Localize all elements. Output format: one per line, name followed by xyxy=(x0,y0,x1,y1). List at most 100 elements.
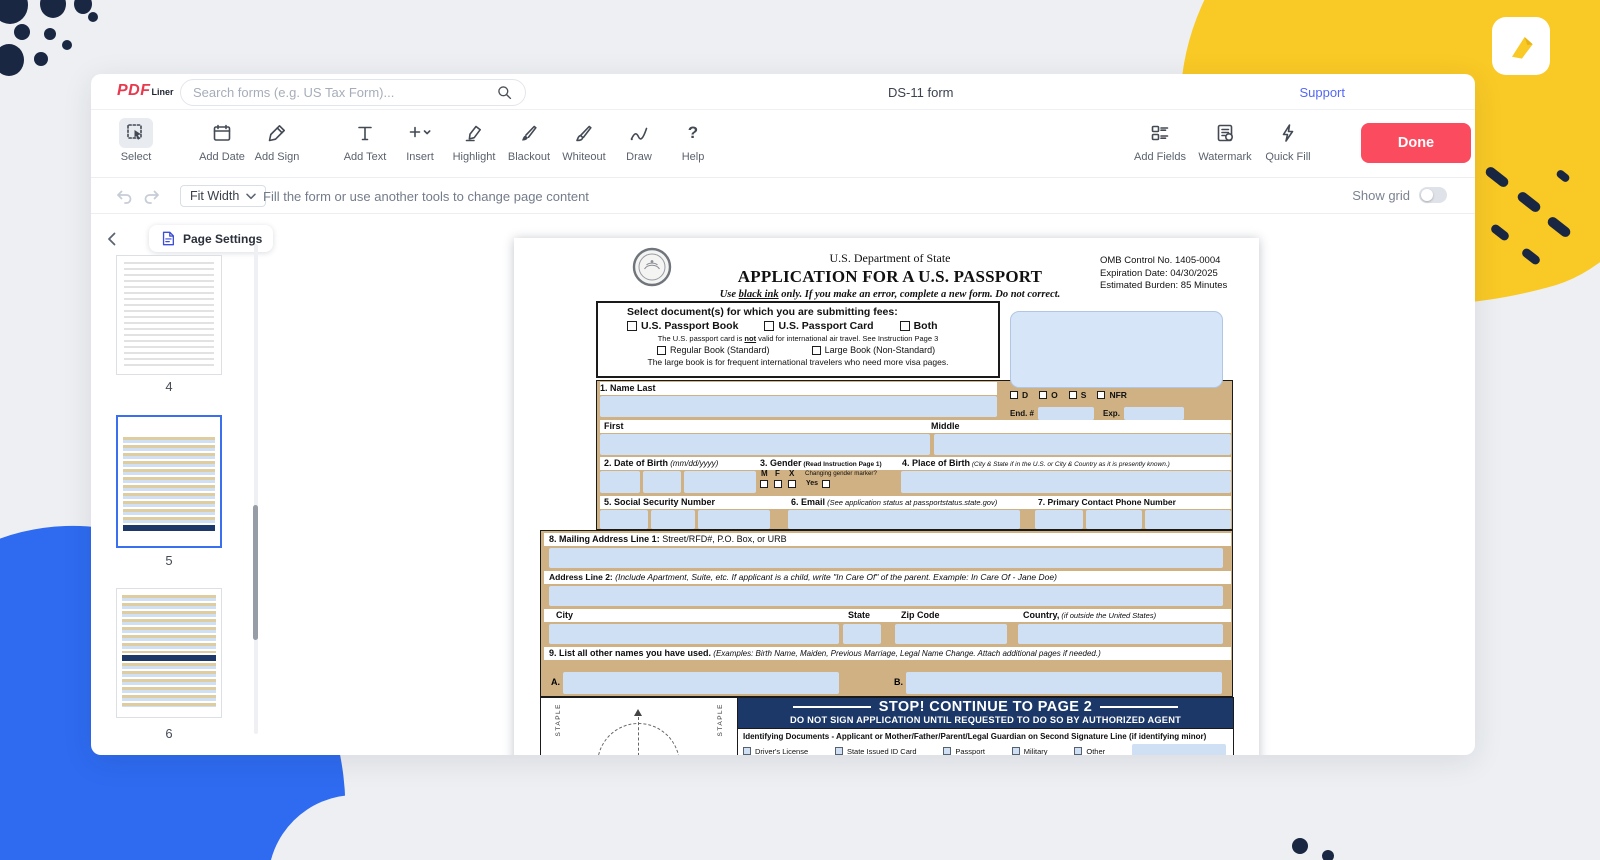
form-ink-instruction: Use black ink only. If you make an error… xyxy=(660,289,1120,300)
stop-banner-column: STOP! CONTINUE TO PAGE 2 DO NOT SIGN APP… xyxy=(738,698,1233,755)
gender-x-checkbox[interactable] xyxy=(788,480,796,488)
question-mark-icon[interactable]: ? xyxy=(658,118,728,148)
d-checkbox[interactable] xyxy=(1010,391,1018,399)
email-field[interactable] xyxy=(788,510,1020,529)
middle-name-field[interactable] xyxy=(934,434,1231,455)
passport-checkbox[interactable] xyxy=(943,747,951,755)
other-document-field[interactable] xyxy=(1132,744,1226,755)
zoom-dropdown[interactable]: Fit Width xyxy=(180,185,266,207)
end-exp-row: End. # Exp. xyxy=(1010,407,1184,420)
ssn-part1-field[interactable] xyxy=(600,510,648,529)
country-field[interactable] xyxy=(1018,624,1223,644)
first-name-field[interactable] xyxy=(600,434,930,455)
ssn-part2-field[interactable] xyxy=(651,510,695,529)
other-checkbox[interactable] xyxy=(1074,747,1082,755)
state-field[interactable] xyxy=(843,624,881,644)
page-number-5: 5 xyxy=(116,553,222,568)
page-thumbnail-5-selected[interactable] xyxy=(116,415,222,548)
dob-year-field[interactable] xyxy=(684,471,756,493)
redo-icon[interactable] xyxy=(143,188,161,204)
address-line2-field[interactable] xyxy=(549,586,1223,606)
both-checkbox[interactable] xyxy=(900,321,910,331)
other-name-b-field[interactable] xyxy=(906,672,1222,694)
photo-area-field[interactable] xyxy=(1010,311,1223,388)
o-checkbox[interactable] xyxy=(1039,391,1047,399)
forms-search[interactable] xyxy=(180,79,526,106)
phone-area-field[interactable] xyxy=(1035,510,1083,529)
fields-list-icon[interactable] xyxy=(1125,118,1195,148)
passport-book-checkbox[interactable] xyxy=(627,321,637,331)
tool-quick-fill[interactable]: Quick Fill xyxy=(1253,118,1323,163)
middle-label: Middle xyxy=(931,420,960,433)
tool-add-sign[interactable]: Add Sign xyxy=(242,118,312,163)
other-name-a-field[interactable] xyxy=(563,672,839,694)
search-input[interactable] xyxy=(193,85,496,100)
regular-book-checkbox[interactable] xyxy=(657,346,666,355)
dob-month-field[interactable] xyxy=(600,471,640,493)
country-label: Country, (if outside the United States) xyxy=(1023,609,1156,622)
form-agency: U.S. Department of State xyxy=(660,251,1120,266)
passport-card-checkbox[interactable] xyxy=(764,321,774,331)
drivers-license-checkbox[interactable] xyxy=(743,747,751,755)
done-button[interactable]: Done xyxy=(1361,123,1471,163)
tool-add-fields[interactable]: Add Fields xyxy=(1125,118,1195,163)
tool-label: Watermark xyxy=(1190,151,1260,163)
mailing-address-line1-field[interactable] xyxy=(549,548,1223,568)
city-state-zip-label-row: City State Zip Code Country, (if outside… xyxy=(544,609,1231,622)
navy-dot-decoration xyxy=(0,0,28,24)
mailing-address-label: 8. Mailing Address Line 1: Street/RFD#, … xyxy=(544,533,1231,546)
lightning-bolt-icon[interactable] xyxy=(1253,118,1323,148)
show-grid-toggle[interactable] xyxy=(1419,187,1447,203)
dos-checkbox-row: D O S NFR xyxy=(1010,390,1138,400)
exp-field[interactable] xyxy=(1124,407,1184,420)
state-id-checkbox[interactable] xyxy=(835,747,843,755)
end-number-field[interactable] xyxy=(1038,407,1094,420)
large-book-checkbox[interactable] xyxy=(812,346,821,355)
passport-book-option: U.S. Passport Book xyxy=(627,320,738,332)
place-of-birth-field[interactable] xyxy=(901,471,1231,493)
tool-select[interactable]: Select xyxy=(101,118,171,163)
book-size-row: Regular Book (Standard) Large Book (Non-… xyxy=(598,345,998,355)
chevron-left-icon[interactable] xyxy=(107,232,116,246)
gender-yes-checkbox[interactable] xyxy=(822,480,830,488)
gender-m-checkbox[interactable] xyxy=(760,480,768,488)
sidebar-scrollbar[interactable] xyxy=(253,505,258,640)
nfr-option: NFR xyxy=(1097,390,1126,400)
gender-f-checkbox[interactable] xyxy=(774,480,782,488)
identifying-documents-title: Identifying Documents - Applicant or Mot… xyxy=(743,732,1228,741)
page-thumbnail-4[interactable] xyxy=(116,255,222,375)
sidebar-collapse-button[interactable] xyxy=(107,232,116,251)
redo-button[interactable] xyxy=(143,188,161,209)
phone-prefix-field[interactable] xyxy=(1086,510,1142,529)
fees-selection-box: Select document(s) for which you are sub… xyxy=(596,301,1000,378)
search-icon[interactable] xyxy=(496,84,513,101)
select-icon[interactable] xyxy=(119,118,153,148)
dob-day-field[interactable] xyxy=(643,471,681,493)
phone-line-field[interactable] xyxy=(1145,510,1231,529)
military-checkbox[interactable] xyxy=(1012,747,1020,755)
zip-field[interactable] xyxy=(895,624,1007,644)
tool-watermark[interactable]: Watermark xyxy=(1190,118,1260,163)
support-link[interactable]: Support xyxy=(1299,85,1345,100)
first-middle-label-row: First Middle xyxy=(600,420,1231,433)
tool-help[interactable]: ? Help xyxy=(658,118,728,163)
undo-button[interactable] xyxy=(115,188,133,209)
other-name-b-label: B. xyxy=(894,677,903,687)
military-option: Military xyxy=(1012,747,1048,756)
page-thumbnail-6[interactable] xyxy=(116,588,222,718)
d-option: D xyxy=(1010,390,1028,400)
ssn-part3-field[interactable] xyxy=(698,510,770,529)
ssn-label: 5. Social Security Number xyxy=(604,496,715,509)
tool-label: Add Fields xyxy=(1125,151,1195,163)
name-last-field[interactable] xyxy=(600,396,997,417)
pdfliner-logo[interactable]: PDF Liner xyxy=(117,82,174,100)
signature-icon[interactable] xyxy=(242,118,312,148)
identifying-documents-section: Identifying Documents - Applicant or Mot… xyxy=(738,729,1233,755)
s-checkbox[interactable] xyxy=(1069,391,1077,399)
city-field[interactable] xyxy=(549,624,839,644)
undo-icon[interactable] xyxy=(115,188,133,204)
nfr-checkbox[interactable] xyxy=(1097,391,1105,399)
passport-card-option: U.S. Passport Card xyxy=(764,320,873,332)
watermark-doc-icon[interactable] xyxy=(1190,118,1260,148)
large-book-option: Large Book (Non-Standard) xyxy=(812,345,936,355)
